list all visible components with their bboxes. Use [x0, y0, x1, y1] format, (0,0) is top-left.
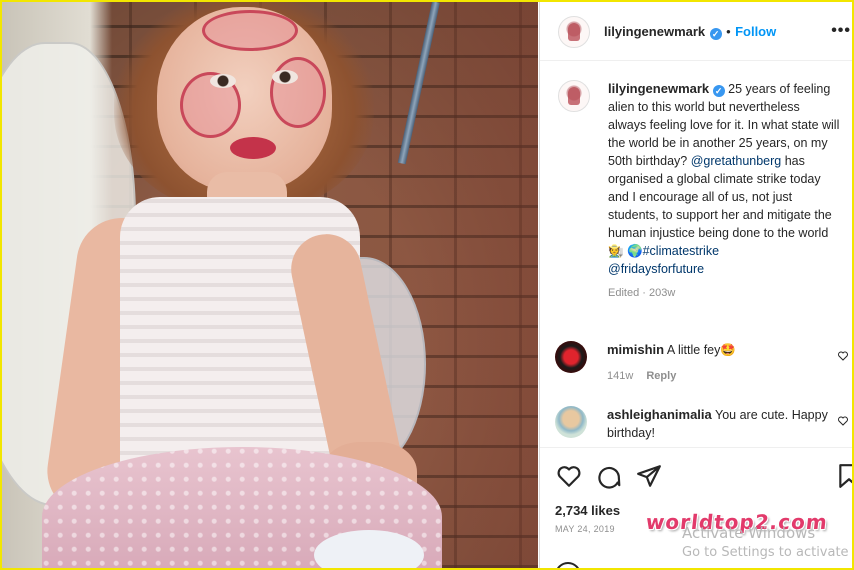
comment-body: mimishin A little fey🤩 141w Reply	[607, 341, 837, 385]
face-paint-forehead	[202, 10, 298, 51]
post-panel: lilyingenewmark ✓ • Follow ••• lilyingen…	[539, 2, 854, 568]
caption-avatar[interactable]	[558, 80, 590, 112]
activate-line-2: Go to Settings to activate	[682, 545, 849, 560]
face-paint-right	[270, 57, 326, 128]
like-comment-heart-icon[interactable]	[838, 351, 848, 361]
child-lips	[230, 137, 276, 159]
header-line: lilyingenewmark ✓ • Follow	[604, 23, 776, 41]
caption-meta: Edited · 203w	[608, 287, 676, 299]
hashtag-climatestrike[interactable]: #climatestrike	[643, 244, 719, 258]
comment-emoji: 🤩	[720, 343, 736, 357]
post-header: lilyingenewmark ✓ • Follow •••	[540, 2, 852, 61]
save-bookmark-icon[interactable]	[836, 463, 854, 489]
activate-line-1: Activate Windows	[682, 524, 816, 542]
post-date: MAY 24, 2019	[555, 524, 615, 534]
caption-age: 203w	[648, 287, 676, 299]
verified-badge-icon: ✓	[709, 28, 722, 40]
author-username[interactable]: lilyingenewmark	[604, 24, 705, 39]
caption-emoji: 🧑‍🌾 🌍	[608, 244, 643, 258]
comment-avatar[interactable]	[555, 341, 587, 373]
comment-username[interactable]: mimishin	[607, 342, 664, 357]
child-eye-right	[272, 70, 298, 84]
comment-text: A little fey	[666, 343, 721, 357]
like-comment-heart-icon[interactable]	[838, 416, 848, 426]
child-eye-left	[210, 74, 236, 88]
verified-badge-icon: ✓	[712, 85, 725, 97]
comment-body: ashleighanimalia You are cute. Happy bir…	[607, 406, 837, 442]
post-photo[interactable]	[2, 2, 538, 568]
more-options-icon[interactable]: •••	[831, 22, 851, 40]
comment-avatar[interactable]	[555, 406, 587, 438]
edited-label: Edited	[608, 287, 640, 299]
reply-button[interactable]: Reply	[646, 370, 676, 382]
comment-age: 141w	[607, 370, 634, 382]
comment-username[interactable]: ashleighanimalia	[607, 407, 712, 422]
likes-count[interactable]: 2,734 likes	[555, 503, 620, 518]
mention-fridaysforfuture[interactable]: @fridaysforfuture	[608, 262, 704, 276]
screenshot-frame: lilyingenewmark ✓ • Follow ••• lilyingen…	[0, 0, 854, 570]
separator-dot: •	[726, 24, 731, 39]
activate-windows-notice: Activate Windows Go to Settings to activ…	[682, 524, 852, 562]
author-avatar[interactable]	[558, 16, 590, 48]
comment-bubble-icon[interactable]	[596, 463, 622, 489]
caption-username[interactable]: lilyingenewmark	[608, 81, 709, 96]
like-heart-icon[interactable]	[556, 463, 582, 489]
mention-gretathunberg[interactable]: @gretathunberg	[691, 154, 782, 168]
post-caption: lilyingenewmark ✓ 25 years of feeling al…	[608, 80, 840, 302]
comment-meta: 141w Reply	[607, 367, 837, 385]
share-send-icon[interactable]	[636, 463, 662, 489]
follow-button[interactable]: Follow	[735, 24, 776, 39]
